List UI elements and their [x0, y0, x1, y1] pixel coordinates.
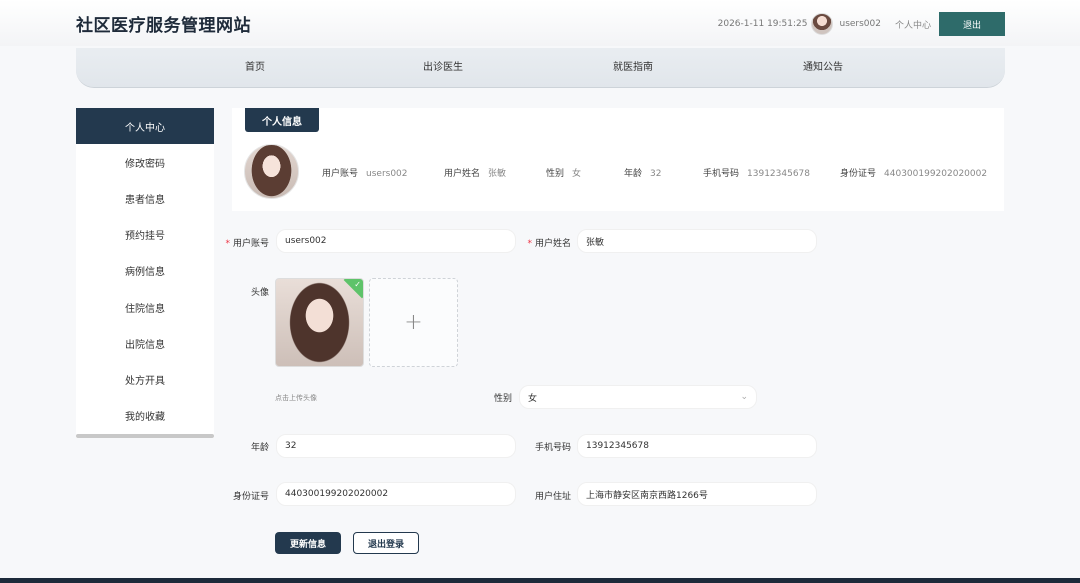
info-tab: 个人信息 — [245, 108, 319, 132]
info-age-label: 年龄 — [624, 169, 643, 179]
info-gender: 性别女 — [546, 166, 581, 179]
info-name-value: 张敏 — [488, 169, 507, 179]
sidebar-item-change-password[interactable]: 修改密码 — [76, 144, 214, 180]
check-icon: ✓ — [354, 280, 361, 289]
main-nav: 首页 出诊医生 就医指南 通知公告 — [76, 48, 1005, 88]
info-name: 用户姓名 张敏 — [444, 166, 506, 179]
site-title: 社区医疗服务管理网站 — [76, 16, 251, 36]
info-age: 年龄 32 — [624, 166, 661, 179]
info-gender-label: 性别 — [546, 169, 565, 179]
address-label: 用户住址 — [534, 492, 571, 502]
info-name-label: 用户姓名 — [444, 169, 481, 179]
name-input[interactable]: 张敏 — [577, 229, 817, 253]
info-idcard-label: 身份证号 — [840, 169, 877, 179]
sidebar-item-discharge[interactable]: 出院信息 — [76, 325, 214, 361]
header-username: users002 — [839, 19, 881, 29]
personal-center-link[interactable]: 个人中心 — [895, 18, 931, 31]
info-gender-value: 女 — [572, 169, 582, 179]
phone-label: 手机号码 — [534, 443, 571, 453]
info-phone-label: 手机号码 — [703, 169, 740, 179]
nav-notice[interactable]: 通知公告 — [803, 48, 843, 88]
gender-select-value: 女 — [528, 393, 538, 404]
account-label: * 用户账号 — [225, 239, 269, 249]
sidebar-item-appointment[interactable]: 预约挂号 — [76, 217, 214, 253]
header-user-area: 2026-1-11 19:51:25 users002 个人中心 退出 — [718, 12, 1005, 36]
info-avatar — [244, 144, 299, 199]
sidebar: 个人中心 修改密码 患者信息 预约挂号 病例信息 住院信息 出院信息 处方开具 … — [76, 108, 214, 438]
nav-doctors[interactable]: 出诊医生 — [423, 48, 463, 88]
header-logout-button[interactable]: 退出 — [939, 12, 1005, 36]
footer-bar — [0, 578, 1080, 583]
info-account-label: 用户账号 — [322, 169, 359, 179]
header: 社区医疗服务管理网站 2026-1-11 19:51:25 users002 个… — [0, 0, 1080, 46]
info-phone-value: 13912345678 — [747, 169, 811, 179]
info-idcard-value: 440300199202020002 — [884, 169, 988, 179]
chevron-down-icon: ⌄ — [740, 392, 748, 402]
sidebar-scrollbar[interactable] — [76, 434, 214, 438]
nav-guide[interactable]: 就医指南 — [613, 48, 653, 88]
plus-icon: + — [404, 310, 423, 335]
sidebar-item-patient-info[interactable]: 患者信息 — [76, 180, 214, 216]
sidebar-item-case-info[interactable]: 病例信息 — [76, 253, 214, 289]
sidebar-item-prescription[interactable]: 处方开具 — [76, 361, 214, 397]
required-mark: * — [527, 239, 532, 249]
header-datetime: 2026-1-11 19:51:25 — [717, 19, 808, 29]
update-info-button[interactable]: 更新信息 — [275, 532, 341, 554]
age-input[interactable]: 32 — [276, 434, 516, 458]
gender-label: 性别 — [493, 394, 512, 404]
name-label: * 用户姓名 — [527, 239, 571, 249]
sidebar-item-hospitalization[interactable]: 住院信息 — [76, 289, 214, 325]
personal-info-card: 个人信息 用户账号 users002 用户姓名 张敏 性别女 年龄 32 手机号码 13… — [232, 108, 1004, 211]
avatar-preview[interactable]: ✓ — [275, 278, 364, 367]
sidebar-item-personal-center[interactable]: 个人中心 — [76, 108, 214, 145]
info-account: 用户账号 users002 — [322, 166, 408, 179]
info-age-value: 32 — [650, 169, 662, 179]
info-idcard: 身份证号 440300199202020002 — [840, 166, 987, 179]
avatar-label: 头像 — [250, 288, 269, 298]
info-phone: 手机号码 13912345678 — [703, 166, 810, 179]
logout-button[interactable]: 退出登录 — [353, 532, 419, 554]
idcard-label: 身份证号 — [232, 492, 269, 502]
gender-select[interactable]: 女 ⌄ — [519, 385, 757, 409]
age-label: 年龄 — [250, 443, 269, 453]
nav-home[interactable]: 首页 — [245, 48, 265, 88]
header-avatar[interactable] — [811, 13, 834, 35]
sidebar-item-favorites[interactable]: 我的收藏 — [76, 398, 214, 434]
upload-hint: 点击上传头像 — [275, 394, 317, 402]
info-account-value: users002 — [366, 169, 408, 179]
required-mark: * — [225, 239, 230, 249]
idcard-input[interactable]: 440300199202020002 — [276, 482, 516, 506]
address-input[interactable]: 上海市静安区南京西路1266号 — [577, 482, 817, 506]
avatar-upload-button[interactable]: + — [369, 278, 458, 367]
phone-input[interactable]: 13912345678 — [577, 434, 817, 458]
account-input[interactable]: users002 — [276, 229, 516, 253]
